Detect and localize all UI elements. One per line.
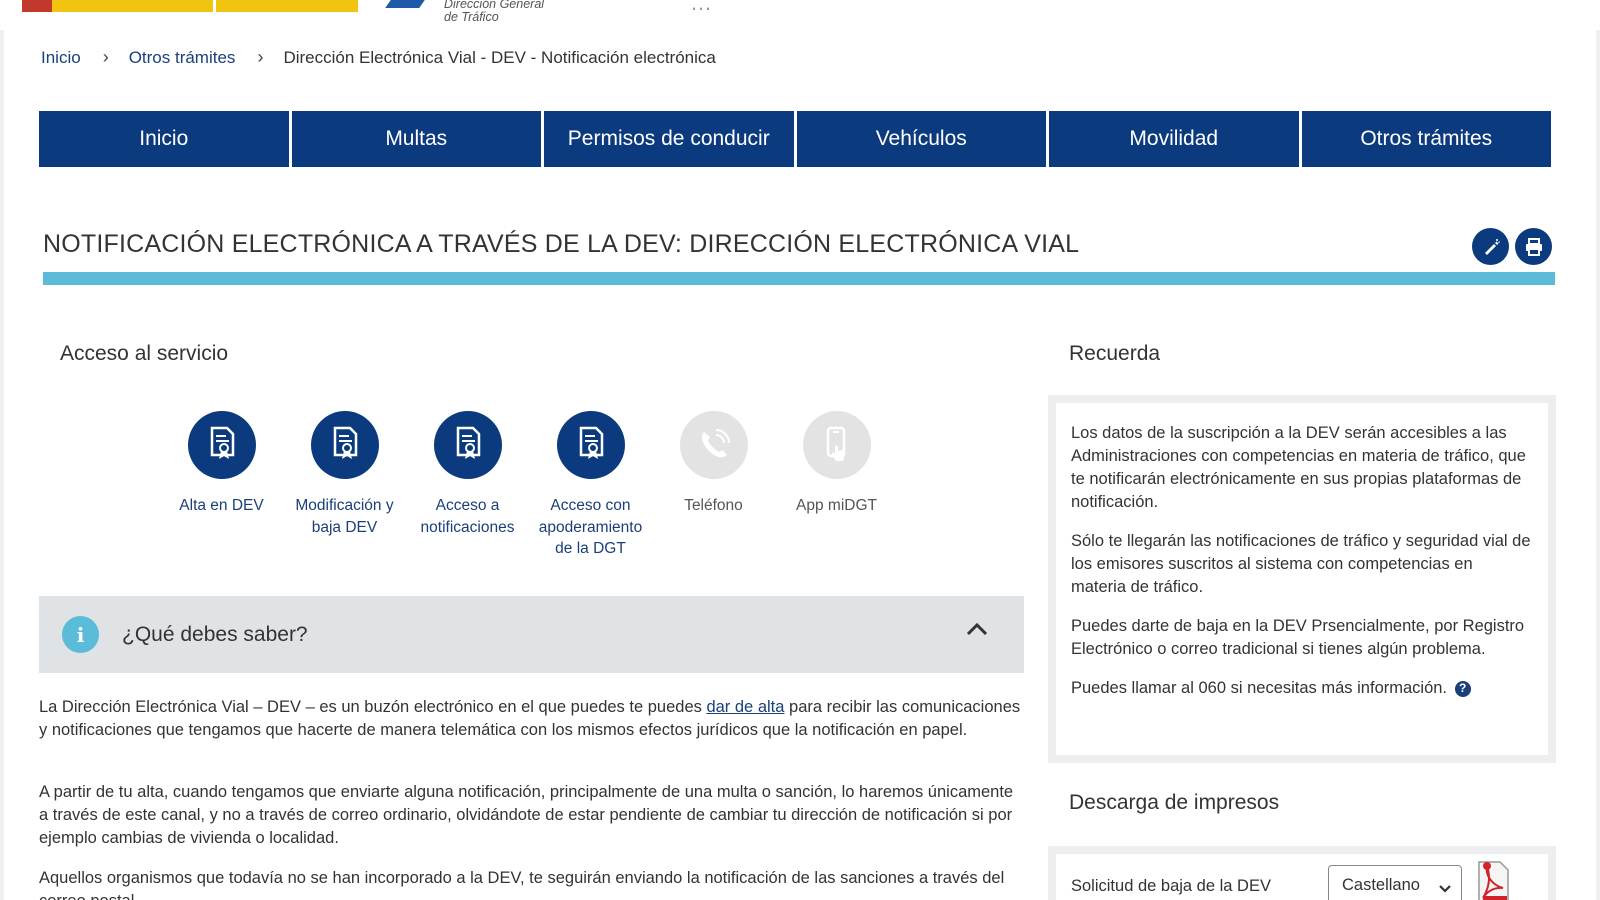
pdf-icon[interactable] [1473, 858, 1513, 900]
nav-item-otros-tramites[interactable]: Otros trámites [1301, 111, 1551, 167]
breadcrumb: Inicio › Otros trámites › Dirección Elec… [41, 47, 716, 68]
service-acceso-apoderamiento[interactable]: Acceso con apoderamiento de la DGT [529, 411, 652, 560]
service-app-midgt[interactable]: App miDGT [775, 411, 898, 560]
what-to-know-accordion[interactable]: i ¿Qué debes saber? [39, 596, 1024, 673]
page-title: NOTIFICACIÓN ELECTRÓNICA A TRAVÉS DE LA … [43, 230, 1080, 258]
service-label: Alta en DEV [179, 495, 263, 517]
recuerda-paragraph: Puedes darte de baja en la DEV Prsencial… [1071, 617, 1525, 658]
service-modificacion-baja[interactable]: Modificación y baja DEV [283, 411, 406, 560]
title-divider [43, 272, 1555, 285]
breadcrumb-separator-icon: › [257, 47, 264, 67]
breadcrumb-current: Dirección Electrónica Vial - DEV - Notif… [283, 47, 716, 67]
print-icon[interactable] [1515, 228, 1552, 265]
intro-paragraph: La Dirección Electrónica Vial – DEV – es… [39, 696, 1024, 742]
breadcrumb-link-inicio[interactable]: Inicio [41, 48, 81, 68]
nav-item-inicio[interactable]: Inicio [39, 111, 289, 167]
breadcrumb-separator-icon: › [102, 47, 109, 67]
accordion-title: ¿Qué debes saber? [122, 622, 308, 646]
dgt-logo-text: Dirección General de Tráfico [444, 0, 544, 24]
service-label-line: notificaciones [420, 518, 515, 536]
chevron-up-icon[interactable] [966, 622, 988, 641]
language-select-value: Castellano [1342, 875, 1420, 894]
dgt-logo-mark [385, 0, 425, 8]
nav-item-movilidad[interactable]: Movilidad [1049, 111, 1299, 167]
service-label-line: apoderamiento [538, 518, 643, 536]
service-label-line: Acceso con [550, 497, 631, 514]
phone-icon [679, 411, 748, 479]
help-icon[interactable]: ? [1454, 680, 1471, 697]
service-label-line: Modificación y [295, 497, 394, 514]
main-nav: Inicio Multas Permisos de conducir Vehíc… [39, 111, 1551, 167]
form-label: Solicitud de baja de la DEV [1071, 877, 1271, 895]
service-label: Acceso con apoderamiento de la DGT [539, 495, 642, 560]
document-icon [556, 411, 625, 479]
document-icon [310, 411, 379, 479]
info-icon: i [62, 616, 99, 653]
alta-paragraph: A partir de tu alta, cuando tengamos que… [39, 783, 1014, 847]
site-header: Dirección General de Tráfico … [0, 0, 1600, 30]
nav-item-permisos[interactable]: Permisos de conducir [544, 111, 794, 167]
recuerda-panel: Los datos de la suscripción a la DEV ser… [1048, 395, 1556, 763]
service-alta-dev[interactable]: Alta en DEV [160, 411, 283, 560]
mobile-app-icon [802, 411, 871, 479]
service-label-line: Teléfono [684, 497, 743, 514]
page-edge-right [1596, 0, 1600, 900]
dar-de-alta-link[interactable]: dar de alta [706, 698, 784, 716]
page-edge-left [0, 0, 4, 900]
service-label: App miDGT [796, 495, 877, 517]
recuerda-paragraph: Sólo te llegarán las notificaciones de t… [1071, 532, 1531, 596]
intro-text: La Dirección Electrónica Vial – DEV – es… [39, 698, 707, 716]
service-label-line: Alta en DEV [179, 497, 264, 514]
agency-name-line2: de Tráfico [444, 10, 499, 24]
service-label: Acceso a notificaciones [421, 495, 515, 538]
service-label: Modificación y baja DEV [295, 495, 393, 538]
nav-item-multas[interactable]: Multas [291, 111, 541, 167]
edit-icon[interactable] [1472, 228, 1509, 265]
government-logo-divider [213, 0, 216, 12]
service-label-line: Acceso a [435, 497, 500, 514]
breadcrumb-link-otros-tramites[interactable]: Otros trámites [129, 48, 236, 68]
language-select[interactable]: Castellano [1328, 865, 1462, 900]
chevron-down-icon [1438, 880, 1452, 899]
title-actions [1472, 228, 1552, 265]
service-acceso-notificaciones[interactable]: Acceso a notificaciones [406, 411, 529, 560]
recuerda-heading: Recuerda [1069, 342, 1161, 365]
document-icon [187, 411, 256, 479]
service-telefono[interactable]: Teléfono [652, 411, 775, 560]
service-label-line: App miDGT [796, 497, 877, 514]
phone-info-text: Puedes llamar al 060 si necesitas más in… [1071, 679, 1448, 697]
document-icon [433, 411, 502, 479]
site-name-fragment: … [690, 0, 713, 15]
recuerda-phone-line: Puedes llamar al 060 si necesitas más in… [1071, 677, 1532, 700]
organismos-paragraph: Aquellos organismos que todavía no se ha… [39, 869, 1005, 900]
service-list: Alta en DEV Modificación y baja DEV Acce… [160, 411, 898, 560]
service-label-line: de la DGT [555, 540, 626, 557]
government-logo-bar [52, 0, 358, 12]
service-label-line: baja DEV [311, 518, 378, 536]
service-label: Teléfono [684, 495, 743, 517]
access-heading: Acceso al servicio [60, 342, 229, 365]
recuerda-paragraph: Los datos de la suscripción a la DEV ser… [1071, 424, 1526, 511]
nav-item-vehiculos[interactable]: Vehículos [796, 111, 1046, 167]
government-logo-flag [22, 0, 52, 12]
descarga-heading: Descarga de impresos [1069, 791, 1280, 814]
